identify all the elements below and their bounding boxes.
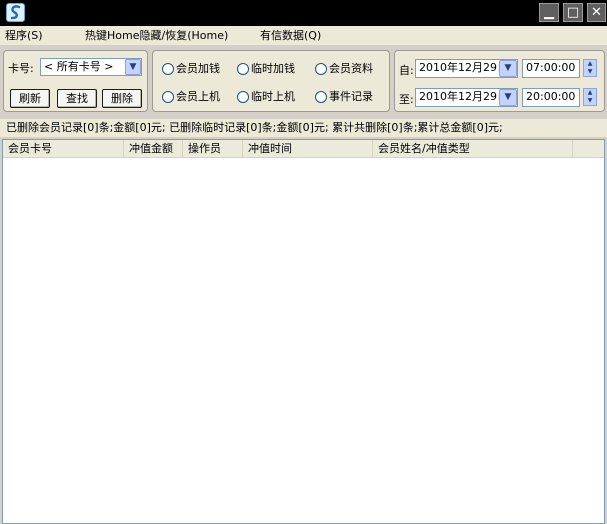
from-time-field[interactable]: 07:00:00: [522, 59, 580, 78]
radio-label: 会员资料: [329, 62, 373, 75]
column-header-amount[interactable]: 冲值金额: [124, 140, 183, 158]
title-bar: ▁ □ ✕: [0, 0, 607, 26]
search-button[interactable]: 查找: [57, 89, 97, 108]
main-window: 程序(S) 热键Home隐藏/恢复(Home) 有信数据(Q) 卡号: < 所有…: [0, 26, 607, 524]
radio-label: 事件记录: [329, 90, 373, 103]
chevron-down-icon[interactable]: ▼: [125, 59, 141, 75]
spin-up-icon[interactable]: ▲: [584, 89, 596, 97]
radio-member-online[interactable]: [162, 91, 174, 103]
deletion-summary: 已删除会员记录[0]条;金额[0]元; 已删除临时记录[0]条;金额[0]元; …: [0, 119, 607, 137]
column-header-name-type[interactable]: 会员姓名/冲值类型: [373, 140, 573, 158]
radio-member-info[interactable]: [315, 63, 327, 75]
refresh-button[interactable]: 刷新: [10, 89, 50, 108]
from-time-spinner[interactable]: ▲ ▼: [583, 59, 597, 77]
spin-down-icon[interactable]: ▼: [584, 97, 596, 105]
card-label: 卡号:: [8, 62, 34, 75]
records-list[interactable]: 会员卡号 冲值金额 操作员 冲值时间 会员姓名/冲值类型: [2, 139, 605, 524]
radio-label: 临时上机: [251, 90, 295, 103]
to-date-value: 2010年12月29日: [419, 90, 508, 103]
radio-label: 会员上机: [176, 90, 220, 103]
column-header-operator[interactable]: 操作员: [183, 140, 243, 158]
radio-event-log[interactable]: [315, 91, 327, 103]
spin-up-icon[interactable]: ▲: [584, 60, 596, 68]
radio-temp-recharge[interactable]: [237, 63, 249, 75]
to-label: 至:: [399, 93, 414, 106]
date-range-group: 自: 2010年12月29日 ▼ 07:00:00 ▲ ▼ 至: 2010年12…: [394, 50, 605, 112]
minimize-button[interactable]: ▁: [539, 3, 559, 22]
calendar-dropdown-icon[interactable]: ▼: [499, 60, 517, 77]
column-header-time[interactable]: 冲值时间: [243, 140, 373, 158]
menu-data[interactable]: 有信数据(Q): [260, 28, 321, 44]
calendar-dropdown-icon[interactable]: ▼: [499, 89, 517, 106]
to-time-value: 20:00:00: [526, 90, 576, 103]
menu-program[interactable]: 程序(S): [5, 28, 43, 44]
column-header-empty: [573, 140, 604, 158]
radio-temp-online[interactable]: [237, 91, 249, 103]
from-date-value: 2010年12月29日: [419, 61, 508, 74]
record-type-group: 会员加钱 临时加钱 会员资料 会员上机 临时上机 事件记录: [152, 50, 390, 112]
delete-button[interactable]: 删除: [102, 89, 142, 108]
from-time-value: 07:00:00: [526, 61, 576, 74]
menu-bar: 程序(S) 热键Home隐藏/恢复(Home) 有信数据(Q): [0, 26, 607, 45]
from-label: 自:: [399, 64, 414, 77]
app-logo-icon: [6, 3, 25, 22]
card-filter-group: 卡号: < 所有卡号 > ▼ 刷新 查找 删除: [3, 50, 148, 112]
card-select-value: < 所有卡号 >: [44, 60, 114, 73]
to-time-spinner[interactable]: ▲ ▼: [583, 88, 597, 106]
column-header-card[interactable]: 会员卡号: [3, 140, 124, 158]
radio-label: 会员加钱: [176, 62, 220, 75]
spin-down-icon[interactable]: ▼: [584, 68, 596, 76]
to-time-field[interactable]: 20:00:00: [522, 88, 580, 107]
close-button[interactable]: ✕: [587, 3, 606, 22]
maximize-button[interactable]: □: [563, 3, 583, 22]
radio-member-recharge[interactable]: [162, 63, 174, 75]
radio-label: 临时加钱: [251, 62, 295, 75]
menu-hotkey-home[interactable]: 热键Home隐藏/恢复(Home): [85, 28, 228, 44]
list-header: 会员卡号 冲值金额 操作员 冲值时间 会员姓名/冲值类型: [3, 140, 604, 158]
